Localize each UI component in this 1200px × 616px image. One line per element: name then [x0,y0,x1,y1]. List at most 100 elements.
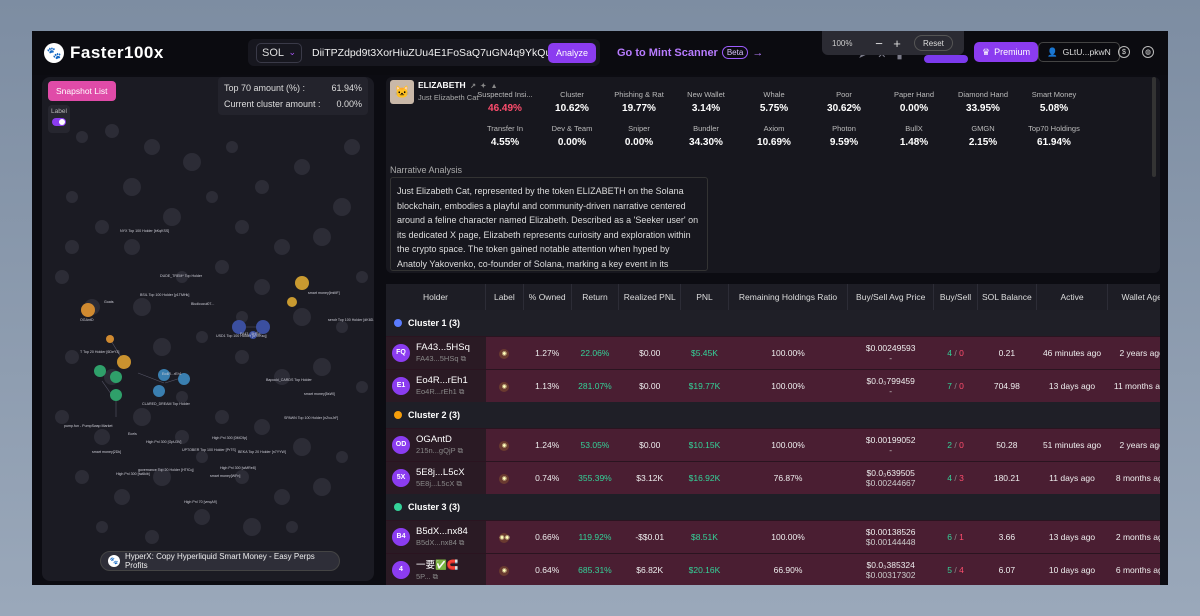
address-input[interactable]: DiiTPZdpd9t3XorHiuZUu4E1FoSaQ7uGN4q9YkQu… [312,47,548,59]
table-row[interactable]: 5X 5E8j...L5cX 5E8j...L5cX ⧉ ◉ 0.74% 355.39% $… [386,460,1160,494]
holder-bubble[interactable] [313,358,331,376]
holder-bubble[interactable] [153,338,171,356]
cluster-bubble[interactable] [117,355,131,369]
holder-bubble[interactable] [145,530,159,544]
holder-bubble[interactable] [94,429,110,445]
scrollbar[interactable] [1152,77,1156,177]
column-header[interactable]: Active [1036,284,1109,310]
holder-bubble[interactable] [66,191,78,203]
label-toggle[interactable] [52,118,66,126]
holder-bubble[interactable] [96,521,108,533]
copy-icon[interactable]: ⧉ [456,479,461,488]
table-row[interactable]: FQ FA43...5HSq FA43...5HSq ⧉ ◉ 1.27% 22.06% $0… [386,335,1160,369]
holder-bubble[interactable] [183,153,201,171]
holder-bubble[interactable] [333,198,351,216]
column-header[interactable]: Return [571,284,620,310]
mint-scanner-link[interactable]: Go to Mint Scanner Beta → [617,46,763,59]
wallet-address[interactable]: OGAntD [416,434,463,445]
holder-bubble[interactable] [124,239,140,255]
holder-bubble[interactable] [293,438,311,456]
holder-bubble[interactable] [215,260,229,274]
dollar-icon[interactable]: $ [1118,46,1130,58]
holder-bubble[interactable] [294,159,310,175]
holder-bubble[interactable] [114,489,130,505]
holder-bubble[interactable] [274,369,290,385]
holder-bubble[interactable] [313,478,331,496]
column-header[interactable]: PNL [680,284,729,310]
copy-icon[interactable]: ⧉ [459,387,464,396]
zoom-out-button[interactable]: − [870,36,888,51]
holder-bubble[interactable] [344,139,360,155]
logo[interactable]: 🐾 Faster100x [44,43,164,63]
copy-icon[interactable]: ⧉ [459,538,464,547]
column-header[interactable]: Wallet Age [1107,284,1160,310]
pump-icon[interactable]: ✦ [480,83,486,90]
table-row[interactable]: E1 Eo4R...rEh1 Eo4R...rEh1 ⧉ ◉ 1.13% 281.07% $… [386,368,1160,402]
cluster-row[interactable]: Cluster 1 (3) [386,310,1160,336]
user-button[interactable]: 👤 GLtU...pkwN [1038,42,1120,62]
column-header[interactable]: Buy/Sell Avg Price [847,284,935,310]
holder-bubble[interactable] [235,220,249,234]
column-header[interactable]: % Owned [523,284,572,310]
holder-bubble[interactable] [76,131,88,143]
cluster-bubble[interactable] [106,335,114,343]
zoom-in-button[interactable]: + [888,36,906,51]
column-header[interactable]: Realized PNL [618,284,682,310]
cluster-bubble[interactable] [81,303,95,317]
purple-pill[interactable] [924,55,968,63]
holder-bubble[interactable] [274,239,290,255]
holder-bubble[interactable] [254,279,270,295]
holder-bubble[interactable] [356,271,368,283]
holder-bubble[interactable] [163,208,181,226]
holder-bubble[interactable] [196,331,208,343]
holder-bubble[interactable] [286,521,298,533]
chain-select[interactable]: SOL ⌄ [256,42,302,63]
column-header[interactable]: SOL Balance [977,284,1037,310]
holder-bubble[interactable] [133,298,151,316]
holder-bubble[interactable] [55,410,69,424]
wallet-address[interactable]: 一要✅🧲 [416,557,459,571]
holder-bubble[interactable] [95,220,109,234]
cluster-bubble[interactable] [110,371,122,383]
holder-bubble[interactable] [313,228,331,246]
holder-bubble[interactable] [255,180,269,194]
cluster-bubble[interactable] [153,385,165,397]
cluster-bubble[interactable] [295,276,309,290]
holder-bubble[interactable] [243,518,261,536]
holder-bubble[interactable] [356,381,368,393]
cluster-row[interactable]: Cluster 3 (3) [386,494,1160,520]
table-row[interactable]: 4 一要✅🧲 5P... ⧉ ◉ 0.64% 685.31% $6.82K $20.16K 66… [386,552,1160,585]
holder-bubble[interactable] [65,240,79,254]
holder-bubble[interactable] [215,410,229,424]
wallet-address[interactable]: B5dX...nx84 [416,526,468,537]
holder-bubble[interactable] [105,124,119,138]
holder-bubble[interactable] [293,308,311,326]
copy-icon[interactable]: ⧉ [433,572,438,581]
column-header[interactable]: Remaining Holdings Ratio [728,284,849,310]
holder-bubble[interactable] [144,139,160,155]
holder-bubble[interactable] [336,321,348,333]
holder-bubble[interactable] [226,141,238,153]
table-row[interactable]: B4 B5dX...nx84 B5dX...nx84 ⧉ ◉◉ 0.66% 119.92%… [386,519,1160,553]
column-header[interactable]: Buy/Sell [933,284,978,310]
holder-bubble[interactable] [254,419,270,435]
external-link-icon[interactable]: ↗ [470,83,476,90]
holder-bubble[interactable] [123,178,141,196]
wallet-address[interactable]: Eo4R...rEh1 [416,375,468,386]
wallet-address[interactable]: FA43...5HSq [416,342,470,353]
cluster-bubble[interactable] [287,297,297,307]
holder-bubble[interactable] [194,509,210,525]
copy-icon[interactable]: ⧉ [458,446,463,455]
table-row[interactable]: OD OGAntD 215n...gQjP ⧉ ◉ 1.24% 53.05% $0.00 $1… [386,427,1160,461]
wallet-address[interactable]: 5E8j...L5cX [416,467,465,478]
premium-button[interactable]: ♛ Premium [974,42,1039,62]
hyperx-banner[interactable]: 🐾 HyperX: Copy Hyperliquid Smart Money -… [100,551,340,571]
holder-bubble[interactable] [196,451,208,463]
cluster-bubble[interactable] [110,389,122,401]
snapshot-list-button[interactable]: Snapshot List [48,81,116,101]
holder-bubble[interactable] [133,408,151,426]
column-header[interactable]: Holder [386,284,486,310]
globe-icon[interactable]: ◍ [1142,46,1154,58]
bubble-graph[interactable]: NYX Top 100 Holder [bKqKSS] DUDE_TREM* To… [42,77,374,581]
cluster-row[interactable]: Cluster 2 (3) [386,402,1160,428]
